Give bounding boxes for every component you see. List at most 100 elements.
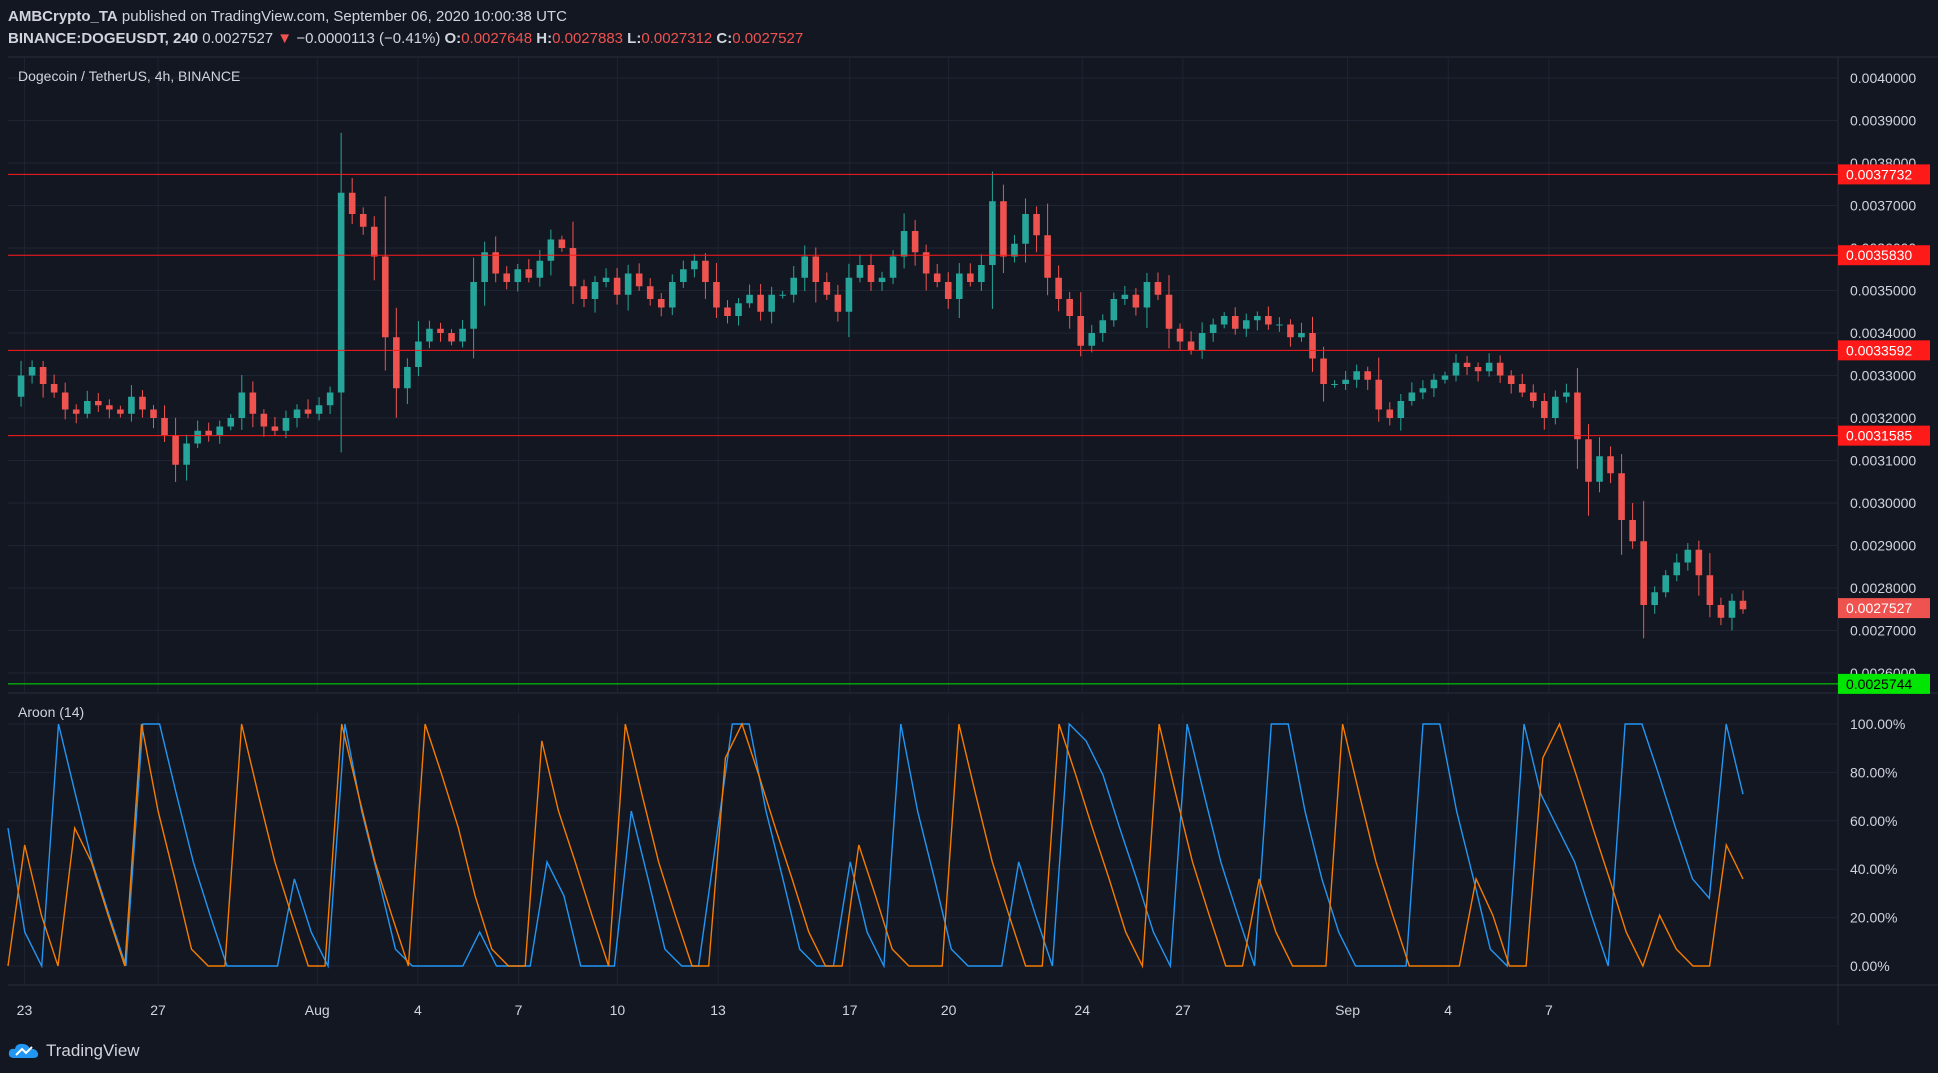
candle-body	[1287, 324, 1294, 338]
candle-body	[1706, 575, 1714, 605]
candle-body	[1276, 324, 1283, 326]
time-tick-label: Aug	[305, 1002, 330, 1018]
candle-body	[547, 239, 555, 261]
candle-body	[669, 282, 676, 308]
candle-body	[702, 260, 709, 282]
candle-body	[1563, 392, 1570, 397]
symbol-info: BINANCE:DOGEUSDT, 240 0.0027527 ▼ −0.000…	[8, 30, 803, 47]
price-change: −0.0000113 (−0.41%)	[296, 30, 441, 47]
time-tick-label: 4	[414, 1002, 422, 1018]
time-tick-label: 17	[842, 1002, 858, 1018]
candle-body	[724, 307, 731, 316]
price-tick-label: 0.0032000	[1850, 410, 1916, 426]
time-tick-label: 13	[710, 1002, 726, 1018]
candle-body	[1496, 362, 1504, 376]
price-tick-label: 0.0039000	[1850, 113, 1916, 129]
candle-body	[481, 252, 488, 282]
candle-body	[1397, 401, 1405, 418]
candle-body	[172, 435, 179, 465]
candle-body	[834, 294, 842, 312]
price-tick-label: 0.0037000	[1850, 198, 1916, 214]
candle-body	[735, 303, 742, 316]
candle-body	[790, 277, 798, 295]
candle-body	[205, 430, 212, 435]
time-tick-label: 7	[515, 1002, 523, 1018]
candle-body	[525, 269, 533, 278]
candle-body	[536, 260, 544, 278]
candle-body	[1220, 316, 1228, 325]
close-value: 0.0027527	[732, 30, 804, 47]
chart-canvas[interactable]: 0.00400000.00390000.00380000.00370000.00…	[0, 0, 1938, 1073]
time-tick-label: 23	[17, 1002, 33, 1018]
time-tick-label: Sep	[1335, 1002, 1360, 1018]
candle-body	[602, 277, 610, 282]
candle-body	[50, 384, 58, 393]
candle-body	[1629, 520, 1636, 542]
time-tick-label: 27	[150, 1002, 166, 1018]
candle-body	[569, 248, 577, 287]
candle-body	[117, 409, 124, 414]
price-tick-label: 0.0030000	[1850, 495, 1916, 511]
candle-body	[1541, 401, 1548, 418]
candle-body	[1651, 592, 1658, 605]
candle-body	[437, 328, 444, 333]
candle-body	[978, 265, 985, 282]
candle-body	[514, 269, 522, 282]
candle-body	[238, 392, 246, 418]
candle-body	[1342, 379, 1349, 384]
candle-body	[382, 256, 389, 338]
resistance-price-label: 0.0037732	[1846, 166, 1912, 182]
time-tick-label: 20	[941, 1002, 957, 1018]
low-value: 0.0027312	[641, 30, 713, 47]
candle-body	[823, 282, 831, 295]
aroon-tick-label: 80.00%	[1850, 764, 1897, 780]
candle-body	[503, 273, 511, 282]
candle-body	[282, 418, 290, 431]
publish-info-text: published on TradingView.com, September …	[121, 8, 567, 25]
candle-body	[249, 392, 257, 414]
candle-body	[1209, 324, 1217, 333]
candle-body	[889, 256, 897, 278]
candle-body	[1176, 328, 1184, 342]
candle-body	[1452, 362, 1460, 376]
candle-body	[1375, 379, 1383, 410]
candle-body	[227, 418, 235, 427]
candle-body	[1231, 316, 1239, 329]
candle-body	[106, 405, 113, 410]
tradingview-logo[interactable]: TradingView	[8, 1041, 140, 1061]
author-name[interactable]: AMBCrypto_TA	[8, 8, 118, 25]
candle-body	[1088, 333, 1096, 346]
time-tick-label: 7	[1545, 1002, 1553, 1018]
aroon-pane-title: Aroon (14)	[18, 704, 84, 720]
aroon-tick-label: 100.00%	[1850, 716, 1905, 732]
symbol-label: BINANCE:DOGEUSDT, 240	[8, 30, 199, 47]
candle-body	[1618, 473, 1625, 520]
candle-body	[260, 413, 268, 427]
aroon-tick-label: 20.00%	[1850, 910, 1897, 926]
support-price-label: 0.0025744	[1846, 676, 1912, 692]
open-value: 0.0027648	[461, 30, 533, 47]
aroon-tick-label: 40.00%	[1850, 861, 1897, 877]
candle-body	[1485, 362, 1493, 372]
candle-body	[95, 401, 102, 406]
candle-body	[1662, 575, 1670, 593]
candle-body	[967, 273, 974, 282]
candle-body	[1364, 371, 1371, 380]
candle-body	[900, 231, 908, 257]
price-tick-label: 0.0031000	[1850, 453, 1916, 469]
candle-body	[1110, 299, 1118, 321]
main-pane-title: Dogecoin / TetherUS, 4h, BINANCE	[18, 68, 240, 84]
candle-body	[1518, 384, 1526, 393]
candle-body	[812, 256, 820, 282]
candle-body	[1265, 316, 1272, 325]
candle-body	[558, 239, 566, 248]
candle-body	[757, 294, 764, 312]
price-tick-label: 0.0027000	[1850, 623, 1916, 639]
candle-body	[404, 367, 411, 389]
candle-body	[39, 367, 47, 384]
price-tick-label: 0.0035000	[1850, 283, 1916, 299]
candle-body	[1077, 316, 1084, 346]
candle-body	[61, 392, 69, 410]
candle-body	[591, 282, 599, 299]
candle-body	[801, 256, 809, 278]
